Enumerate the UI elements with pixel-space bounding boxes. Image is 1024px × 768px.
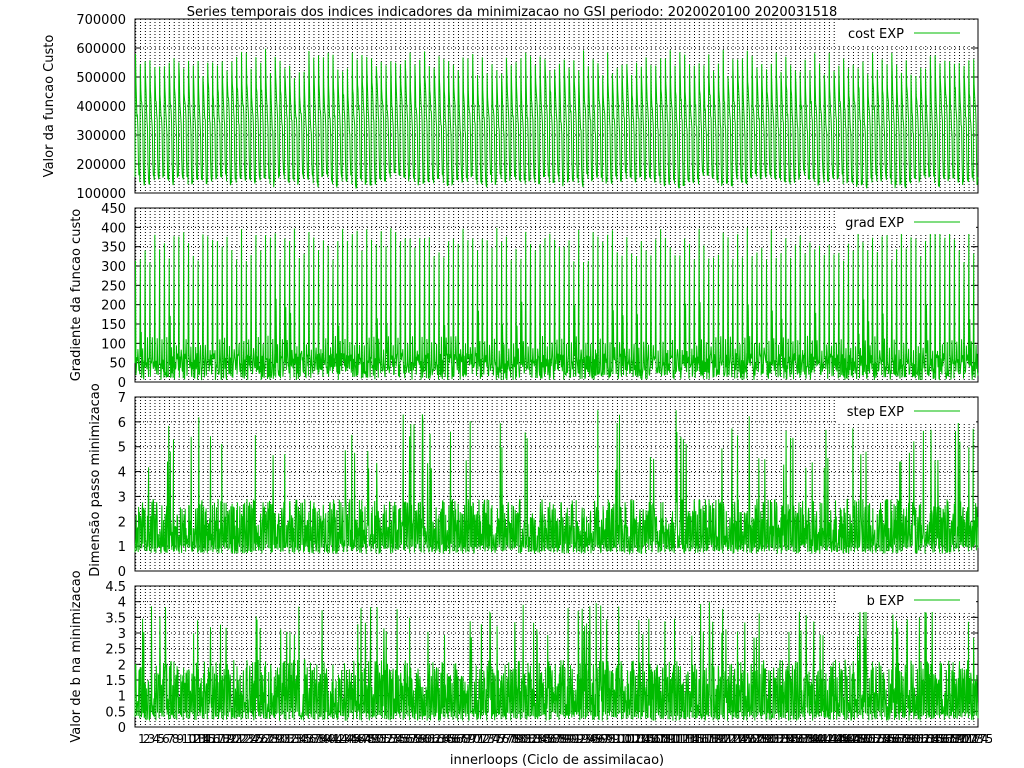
step-ytick-label: 2	[118, 515, 126, 530]
grad-ytick-label: 150	[101, 318, 126, 333]
step-y-axis-label: Dimensão passo minimizacao	[88, 383, 103, 577]
step-ytick-label: 4	[118, 466, 126, 481]
b-legend-label: b EXP	[867, 594, 905, 609]
cost-ytick-label: 400000	[76, 100, 126, 115]
step-ytick-label: 0	[118, 565, 126, 580]
grad-panel: 0 50 100 150 200 250 300 350 400 450 Gradiente da …	[69, 202, 979, 391]
b-ytick-label: 0.5	[105, 705, 126, 720]
grad-ytick-label: 300	[101, 260, 126, 275]
step-ytick-label: 7	[118, 391, 126, 406]
b-y-axis-label: Valor de b na minimizacao	[69, 570, 84, 742]
step-legend-label: step EXP	[847, 405, 904, 420]
b-ytick-label: 2	[118, 658, 126, 673]
b-panel: 00.511.522.533.544.5 Valor de b na minimi…	[69, 570, 979, 743]
step-ytick-label: 3	[118, 490, 126, 505]
cost-ytick-label: 700000	[76, 13, 126, 28]
grad-ytick-label: 100	[101, 337, 126, 352]
cost-ytick-label: 500000	[76, 71, 126, 86]
cost-ytick-label: 300000	[76, 129, 126, 144]
grad-legend-label: grad EXP	[845, 216, 904, 231]
grad-ytick-label: 0	[118, 376, 126, 391]
grad-ytick-label: 250	[101, 279, 126, 294]
step-ytick-label: 6	[118, 416, 126, 431]
b-ytick-label: 2.5	[105, 643, 126, 658]
b-ytick-label: 4.5	[105, 580, 126, 595]
grad-ytick-label: 50	[109, 357, 126, 372]
grad-ytick-label: 450	[101, 202, 126, 217]
cost-ytick-label: 100000	[76, 187, 126, 202]
x-tick-labels: 1234567891011121314151617181920212223242…	[138, 732, 992, 746]
figure: Series temporais dos indices indicadores…	[42, 5, 992, 768]
cost-legend-label: cost EXP	[848, 27, 904, 42]
b-ytick-label: 1	[118, 690, 126, 705]
step-ytick-label: 1	[118, 540, 126, 555]
b-ytick-label: 3.5	[105, 611, 126, 626]
x-tick-label: 175	[971, 732, 992, 746]
step-ytick-label: 5	[118, 441, 126, 456]
grad-ytick-label: 350	[101, 241, 126, 256]
b-ytick-label: 4	[118, 596, 126, 611]
grad-ytick-label: 200	[101, 299, 126, 314]
chart-title: Series temporais dos indices indicadores…	[187, 5, 838, 20]
grad-ytick-label: 400	[101, 221, 126, 236]
x-axis-label: innerloops (Ciclo de assimilacao)	[450, 753, 664, 768]
b-ytick-label: 3	[118, 627, 126, 642]
b-ytick-label: 0	[118, 721, 126, 736]
step-panel: 0 1 2 3 4 5 6 7 Dimensão passo minimizacao step E…	[88, 383, 979, 580]
cost-ytick-label: 600000	[76, 42, 126, 57]
b-ytick-label: 1.5	[105, 674, 126, 689]
grad-y-axis-label: Gradiente da funcao custo	[69, 209, 84, 382]
cost-y-axis-label: Valor da funcao Custo	[42, 35, 57, 178]
cost-panel: 100000 200000 300000 400000 500000 600000 7000…	[42, 13, 979, 202]
cost-ytick-label: 200000	[76, 158, 126, 173]
